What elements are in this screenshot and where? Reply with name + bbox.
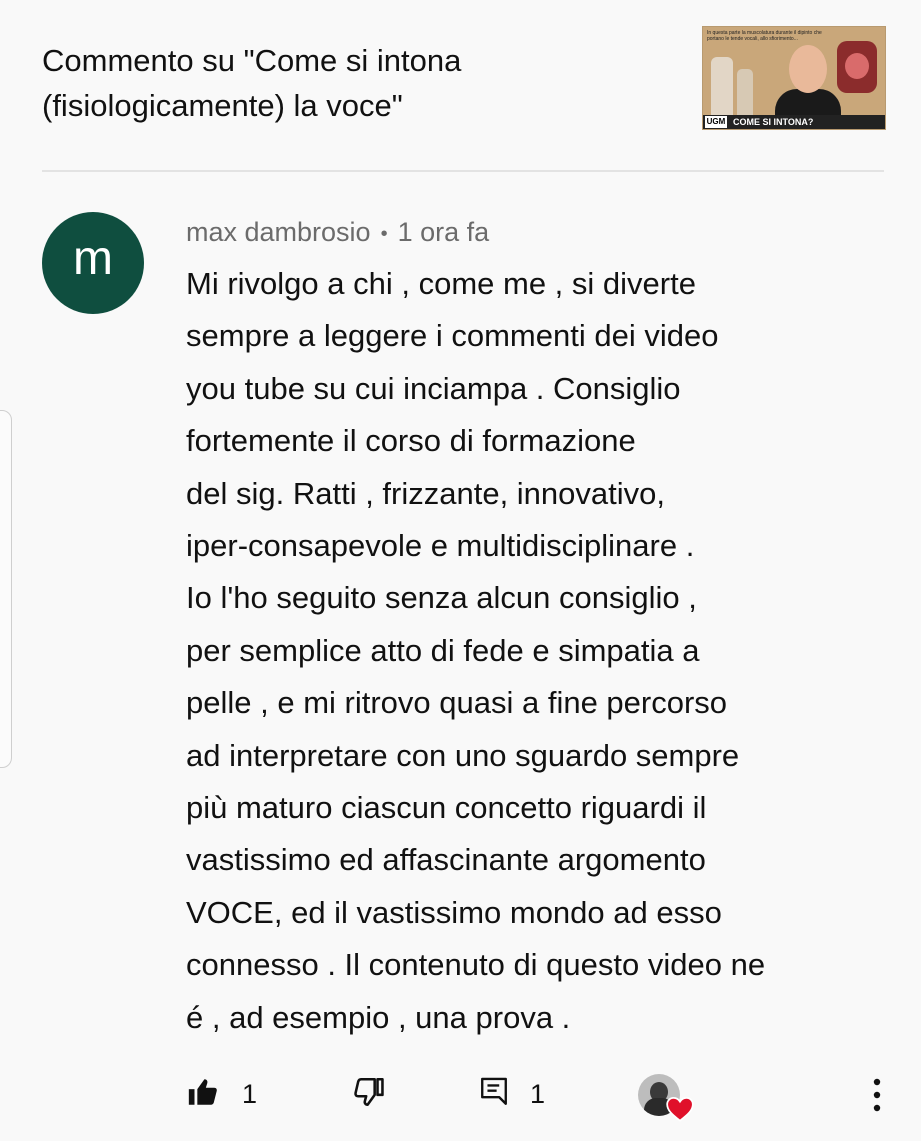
comment-line: VOCE, ed il vastissimo mondo ad esso <box>186 894 722 930</box>
thumbnail-anatomy-figure-2 <box>737 69 753 121</box>
comment-line: vastissimo ed affascinante argomento <box>186 842 706 878</box>
comment-line: you tube su cui inciampa . Consiglio <box>186 370 681 406</box>
meta-separator: • <box>380 222 388 245</box>
more-options-button[interactable] <box>862 1074 892 1118</box>
thumbs-down-icon <box>352 1075 386 1114</box>
video-thumbnail[interactable]: In questa parte la muscolatura durante i… <box>702 26 886 130</box>
comment-line: é , ad esempio , una prova . <box>186 999 571 1035</box>
comment-line: Mi rivolgo a chi , come me , si diverte <box>186 266 696 301</box>
comment-actions: 1 1 <box>0 1066 921 1126</box>
creator-heart <box>638 1074 694 1124</box>
more-vert-icon <box>862 1074 892 1123</box>
title-line-1: Commento su "Come si intona <box>42 43 462 78</box>
comment-line: per semplice atto di fede e simpatia a <box>186 632 700 668</box>
dislike-button[interactable] <box>352 1066 386 1122</box>
thumbnail-logo: UGM <box>705 116 727 128</box>
comment-line: iper-consapevole e multidisciplinare . <box>186 528 695 564</box>
comment-text: Mi rivolgo a chi , come me , si diverte … <box>186 258 886 1044</box>
thumbnail-small-text: In questa parte la muscolatura durante i… <box>707 30 822 42</box>
header-divider <box>42 170 884 172</box>
reply-count: 1 <box>530 1078 546 1109</box>
avatar[interactable]: m <box>42 212 144 314</box>
comment-icon <box>478 1075 510 1114</box>
reply-button[interactable]: 1 <box>478 1066 545 1122</box>
title-line-2: (fisiologicamente) la voce" <box>42 88 403 123</box>
comment-line: fortemente il corso di formazione <box>186 423 636 459</box>
comment-time: 1 ora fa <box>397 217 490 247</box>
comment-line: del sig. Ratti , frizzante, innovativo, <box>186 475 666 511</box>
comment-meta: max dambrosio • 1 ora fa <box>186 215 489 251</box>
comment-line: Io l'ho seguito senza alcun consiglio , <box>186 580 697 616</box>
thumbnail-person-face <box>789 45 827 93</box>
thumbs-up-icon <box>186 1075 220 1114</box>
author-name[interactable]: max dambrosio <box>186 217 371 247</box>
comment-line: connesso . Il contenuto di questo video … <box>186 947 766 983</box>
thumbnail-anatomy-figure <box>711 57 733 123</box>
thumbnail-mouth-inner <box>845 53 869 79</box>
like-button[interactable]: 1 <box>186 1066 257 1122</box>
comment-line: più maturo ciascun concetto riguardi il <box>186 790 707 826</box>
thumbnail-caption: COME SI INTONA? <box>733 117 814 127</box>
heart-icon <box>666 1096 694 1127</box>
comment-line: sempre a leggere i commenti dei video <box>186 318 719 354</box>
comment-line: ad interpretare con uno sguardo sempre <box>186 737 740 773</box>
page-title: Commento su "Come si intona (fisiologica… <box>42 38 662 128</box>
edge-panel-handle[interactable] <box>0 410 12 768</box>
comment-line: pelle , e mi ritrovo quasi a fine percor… <box>186 685 728 721</box>
comment-header: Commento su "Come si intona (fisiologica… <box>0 0 921 170</box>
like-count: 1 <box>242 1078 258 1109</box>
